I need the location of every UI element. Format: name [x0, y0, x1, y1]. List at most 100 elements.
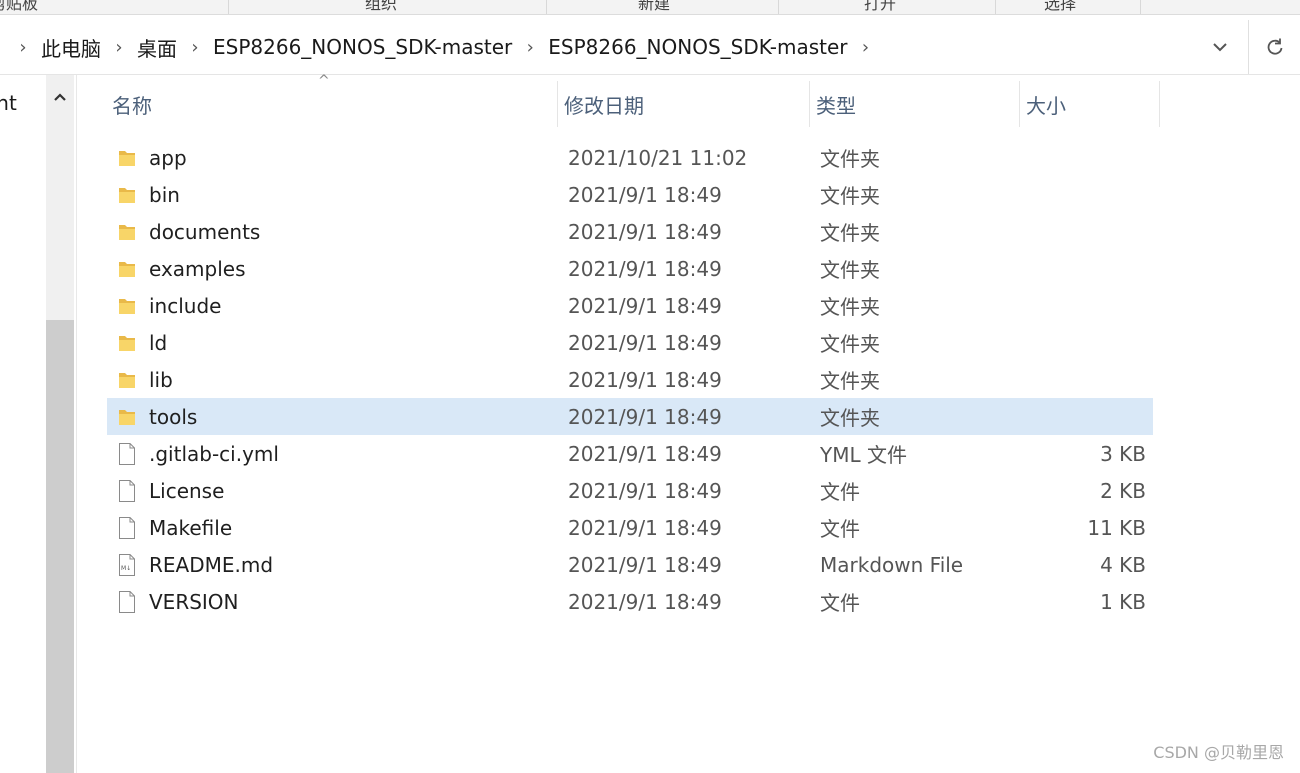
file-type: YML 文件	[820, 443, 907, 467]
file-type: 文件夹	[820, 184, 880, 208]
watermark: CSDN @贝勒里恩	[1153, 743, 1284, 762]
file-row[interactable]: VERSION 2021/9/1 18:49 文件 1 KB	[107, 583, 1153, 620]
file-modified-date: 2021/9/1 18:49	[568, 404, 722, 429]
column-header-row: 名称 ^ 修改日期 类型 大小	[106, 73, 1160, 127]
file-modified-date: 2021/9/1 18:49	[568, 589, 722, 614]
file-row[interactable]: app 2021/10/21 11:02 文件夹	[107, 139, 1153, 176]
file-type: 文件	[820, 591, 860, 615]
file-row-selected[interactable]: tools 2021/9/1 18:49 文件夹	[107, 398, 1153, 435]
breadcrumb-item-this-pc[interactable]: 此电脑	[38, 33, 104, 62]
file-modified-date: 2021/9/1 18:49	[568, 293, 722, 318]
column-header-size-label: 大小	[1026, 93, 1066, 118]
file-modified-date: 2021/9/1 18:49	[568, 367, 722, 392]
ribbon-strip: 剪贴板 组织 新建 打开 选择	[0, 0, 1300, 15]
file-type: 文件	[820, 480, 860, 504]
svg-text:M↓: M↓	[121, 565, 131, 572]
file-modified-date: 2021/9/1 18:49	[568, 552, 722, 577]
folder-icon	[117, 146, 137, 170]
navigation-pane[interactable]: ent	[0, 75, 46, 773]
column-divider[interactable]	[1159, 81, 1160, 127]
column-header-size[interactable]: 大小	[1020, 81, 1160, 127]
file-name: README.md	[149, 552, 274, 577]
file-row[interactable]: ld 2021/9/1 18:49 文件夹	[107, 324, 1153, 361]
file-row[interactable]: documents 2021/9/1 18:49 文件夹	[107, 213, 1153, 250]
breadcrumb: › 此电脑 › 桌面 › ESP8266_NONOS_SDK-master › …	[8, 20, 881, 74]
file-name: VERSION	[149, 589, 239, 614]
file-name: bin	[149, 182, 180, 207]
ribbon-divider	[995, 0, 996, 14]
ribbon-group-clipboard[interactable]: 剪贴板	[0, 0, 38, 14]
ribbon-divider	[228, 0, 229, 14]
sort-ascending-icon: ^	[318, 73, 330, 89]
file-row[interactable]: lib 2021/9/1 18:49 文件夹	[107, 361, 1153, 398]
ribbon-divider	[1140, 0, 1141, 14]
ribbon-group-select[interactable]: 选择	[1044, 0, 1076, 14]
file-modified-date: 2021/9/1 18:49	[568, 330, 722, 355]
file-icon	[117, 516, 137, 540]
refresh-icon	[1267, 38, 1283, 55]
file-name: documents	[149, 219, 261, 244]
markdown-file-icon: M↓	[117, 553, 137, 577]
file-name: ld	[149, 330, 168, 355]
breadcrumb-item-sdk-current[interactable]: ESP8266_NONOS_SDK-master	[545, 35, 850, 59]
address-history-dropdown[interactable]	[1204, 34, 1236, 60]
breadcrumb-separator-icon[interactable]: ›	[186, 37, 204, 58]
ribbon-divider	[546, 0, 547, 14]
ribbon-group-organize[interactable]: 组织	[365, 0, 397, 14]
file-type: 文件夹	[820, 147, 880, 171]
file-row[interactable]: examples 2021/9/1 18:49 文件夹	[107, 250, 1153, 287]
file-size: 4 KB	[1100, 552, 1146, 577]
file-name: app	[149, 145, 187, 170]
column-header-name-label: 名称	[112, 93, 152, 118]
breadcrumb-item-desktop[interactable]: 桌面	[134, 33, 180, 62]
folder-icon	[117, 405, 137, 429]
folder-icon	[117, 257, 137, 281]
ribbon-group-open[interactable]: 打开	[864, 0, 896, 14]
column-header-name[interactable]: 名称 ^	[106, 73, 558, 127]
file-icon	[117, 590, 137, 614]
nav-item-partial[interactable]: ent	[0, 91, 17, 115]
file-type: 文件夹	[820, 332, 880, 356]
file-row[interactable]: Makefile 2021/9/1 18:49 文件 11 KB	[107, 509, 1153, 546]
breadcrumb-separator-icon[interactable]: ›	[14, 37, 32, 58]
file-row[interactable]: bin 2021/9/1 18:49 文件夹	[107, 176, 1153, 213]
column-header-date-label: 修改日期	[564, 93, 644, 118]
column-header-date[interactable]: 修改日期	[558, 81, 810, 127]
pane-divider[interactable]	[76, 75, 77, 773]
address-bar[interactable]: › 此电脑 › 桌面 › ESP8266_NONOS_SDK-master › …	[0, 20, 1300, 75]
file-list[interactable]: 名称 ^ 修改日期 类型 大小 app 2021/10/21 11:02 文件夹 bi…	[78, 73, 1300, 773]
file-name: .gitlab-ci.yml	[149, 441, 279, 466]
breadcrumb-separator-icon[interactable]: ›	[521, 37, 539, 58]
scrollbar-thumb[interactable]	[46, 320, 74, 773]
ribbon-divider	[778, 0, 779, 14]
file-name: lib	[149, 367, 173, 392]
file-row[interactable]: .gitlab-ci.yml 2021/9/1 18:49 YML 文件 3 KB	[107, 435, 1153, 472]
file-size: 11 KB	[1087, 515, 1146, 540]
file-type: 文件夹	[820, 221, 880, 245]
scroll-up-button[interactable]	[46, 87, 74, 107]
navigation-pane-scrollbar[interactable]	[46, 75, 74, 773]
file-modified-date: 2021/9/1 18:49	[568, 219, 722, 244]
file-name: include	[149, 293, 222, 318]
file-type: 文件夹	[820, 295, 880, 319]
file-name: License	[149, 478, 225, 503]
file-type: 文件夹	[820, 406, 880, 430]
file-modified-date: 2021/9/1 18:49	[568, 256, 722, 281]
breadcrumb-item-sdk-parent[interactable]: ESP8266_NONOS_SDK-master	[210, 35, 515, 59]
column-header-type-label: 类型	[816, 93, 856, 118]
file-name: tools	[149, 404, 198, 429]
file-modified-date: 2021/9/1 18:49	[568, 441, 722, 466]
file-size: 3 KB	[1100, 441, 1146, 466]
breadcrumb-separator-icon[interactable]: ›	[857, 37, 875, 58]
file-name: Makefile	[149, 515, 233, 540]
file-row[interactable]: M↓ README.md 2021/9/1 18:49 Markdown File 4 …	[107, 546, 1153, 583]
file-size: 2 KB	[1100, 478, 1146, 503]
breadcrumb-separator-icon[interactable]: ›	[110, 37, 128, 58]
file-row[interactable]: License 2021/9/1 18:49 文件 2 KB	[107, 472, 1153, 509]
column-header-type[interactable]: 类型	[810, 81, 1020, 127]
file-row[interactable]: include 2021/9/1 18:49 文件夹	[107, 287, 1153, 324]
file-modified-date: 2021/9/1 18:49	[568, 478, 722, 503]
folder-icon	[117, 220, 137, 244]
refresh-button[interactable]	[1248, 20, 1300, 74]
ribbon-group-new[interactable]: 新建	[638, 0, 670, 14]
